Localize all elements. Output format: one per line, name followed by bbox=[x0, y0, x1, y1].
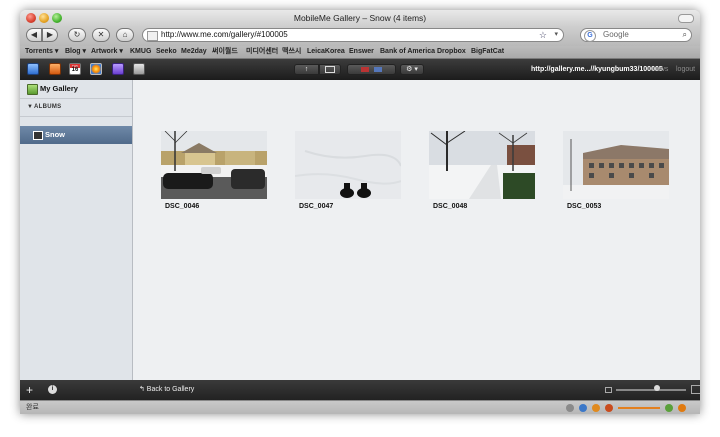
status-icon[interactable] bbox=[579, 404, 587, 412]
photo-image bbox=[161, 131, 267, 199]
status-icon[interactable] bbox=[605, 404, 613, 412]
status-icon[interactable] bbox=[592, 404, 600, 412]
browser-window: MobileMe Gallery – Snow (4 items) ◀ ▶ ↻ … bbox=[20, 10, 700, 414]
close-window-button[interactable] bbox=[26, 13, 36, 23]
add-album-button[interactable]: + bbox=[26, 380, 33, 400]
publish-icon bbox=[374, 67, 383, 72]
bookmark-item[interactable]: Blog ▾ bbox=[65, 46, 86, 58]
reload-button[interactable]: ↻ bbox=[68, 28, 86, 42]
search-field[interactable]: G Google ⌕ bbox=[580, 28, 692, 42]
back-button[interactable]: ◀ bbox=[26, 28, 42, 42]
settings-menu-button[interactable]: ⚙ ▾ bbox=[400, 64, 424, 75]
share-button[interactable] bbox=[347, 64, 396, 75]
photo-image bbox=[429, 131, 535, 199]
sidebar-item-snow[interactable]: Snow bbox=[20, 126, 132, 144]
zoom-slider-track[interactable] bbox=[616, 389, 686, 391]
browser-toolbar: ◀ ▶ ↻ ✕ ⌂ http://www.me.com/gallery/#100… bbox=[20, 26, 700, 46]
album-icon bbox=[33, 131, 43, 140]
photo-thumbnail[interactable] bbox=[295, 131, 401, 199]
status-icon[interactable] bbox=[566, 404, 574, 412]
gallery-url-link[interactable]: http://gallery.me...//kyungbum33/100005 bbox=[531, 59, 663, 80]
search-placeholder[interactable]: Google bbox=[603, 29, 629, 41]
bookmark-item[interactable]: 미디어센터 bbox=[246, 46, 278, 58]
large-thumbnail-icon[interactable] bbox=[691, 385, 700, 394]
account-icon[interactable] bbox=[133, 63, 145, 75]
page-icon bbox=[147, 31, 158, 41]
info-button[interactable]: i bbox=[48, 385, 57, 394]
news-link[interactable]: news bbox=[652, 59, 668, 80]
search-icon[interactable]: ⌕ bbox=[683, 29, 687, 41]
idisk-icon[interactable] bbox=[112, 63, 124, 75]
zoom-window-button[interactable] bbox=[52, 13, 62, 23]
status-icon[interactable] bbox=[678, 404, 686, 412]
bookmark-item[interactable]: Seeko bbox=[156, 46, 177, 58]
calendar-icon[interactable]: TUE 16 bbox=[69, 63, 81, 75]
bookmark-item[interactable]: Dropbox bbox=[437, 46, 466, 58]
photo-caption[interactable]: DSC_0046 bbox=[165, 203, 199, 210]
home-button[interactable]: ⌂ bbox=[116, 28, 134, 42]
mobileme-app-bar: TUE 16 ↑ ⚙ ▾ http://gallery.me...//kyung… bbox=[20, 59, 700, 80]
title-bar: MobileMe Gallery – Snow (4 items) bbox=[20, 10, 700, 26]
mail-icon[interactable] bbox=[27, 63, 39, 75]
bookmark-item[interactable]: Me2day bbox=[181, 46, 207, 58]
stop-button[interactable]: ✕ bbox=[92, 28, 110, 42]
grid-view-icon bbox=[325, 66, 335, 73]
photo-caption[interactable]: DSC_0047 bbox=[299, 203, 333, 210]
gallery-icon[interactable] bbox=[90, 63, 102, 75]
bookmarks-bar: Torrents ▾ Blog ▾ Artwork ▾ KMUG Seeko M… bbox=[20, 46, 700, 59]
disclosure-triangle-icon[interactable]: ▼ bbox=[27, 98, 33, 116]
sidebar: My Gallery ▼ ALBUMS Snow bbox=[20, 80, 133, 380]
my-gallery-label: My Gallery bbox=[40, 84, 78, 93]
sidebar-footer: + i bbox=[20, 380, 133, 400]
photo-thumbnail[interactable] bbox=[429, 131, 535, 199]
my-gallery-icon bbox=[27, 84, 38, 95]
bookmark-item[interactable]: LeicaKorea bbox=[307, 46, 345, 58]
address-bar[interactable]: http://www.me.com/gallery/#100005 ☆ ▾ bbox=[142, 28, 564, 42]
status-text: 완료 bbox=[26, 404, 39, 411]
back-to-gallery-link[interactable]: ↰ Back to Gallery bbox=[139, 380, 194, 400]
history-dropdown-icon[interactable]: ▾ bbox=[554, 29, 558, 41]
bookmark-item[interactable]: Enswer bbox=[349, 46, 374, 58]
status-icon[interactable] bbox=[665, 404, 673, 412]
photo-image bbox=[295, 131, 401, 199]
photo-caption[interactable]: DSC_0048 bbox=[433, 203, 467, 210]
address-url[interactable]: http://www.me.com/gallery/#100005 bbox=[161, 29, 288, 41]
upload-button[interactable]: ↑ bbox=[294, 64, 319, 75]
zoom-slider-knob[interactable] bbox=[654, 385, 660, 391]
bookmark-item[interactable]: BigFatCat bbox=[471, 46, 504, 58]
bookmark-item[interactable]: Torrents ▾ bbox=[25, 46, 58, 58]
contacts-icon[interactable] bbox=[49, 63, 61, 75]
sidebar-item-my-gallery[interactable]: My Gallery bbox=[20, 80, 132, 99]
envelope-icon bbox=[360, 67, 369, 72]
bookmark-item[interactable]: KMUG bbox=[130, 46, 151, 58]
calendar-day: 16 bbox=[71, 67, 79, 73]
album-label: Snow bbox=[45, 130, 65, 139]
content-footer: ↰ Back to Gallery bbox=[133, 380, 700, 400]
photo-caption[interactable]: DSC_0053 bbox=[567, 203, 601, 210]
bookmark-star-icon[interactable]: ☆ bbox=[539, 29, 547, 41]
photo-image bbox=[563, 131, 669, 199]
photo-thumbnail[interactable] bbox=[563, 131, 669, 199]
photo-thumbnail[interactable] bbox=[161, 131, 267, 199]
bookmark-item[interactable]: Bank of America bbox=[380, 46, 435, 58]
view-mode-button[interactable] bbox=[319, 64, 341, 75]
status-indicator bbox=[618, 407, 660, 409]
forward-button[interactable]: ▶ bbox=[42, 28, 58, 42]
bookmark-item[interactable]: Artwork ▾ bbox=[91, 46, 123, 58]
bookmark-item[interactable]: 맥쓰시 bbox=[282, 46, 301, 58]
small-thumbnail-icon[interactable] bbox=[605, 387, 612, 393]
bookmark-item[interactable]: 써이월드 bbox=[212, 46, 238, 58]
albums-header-label: ALBUMS bbox=[34, 104, 62, 110]
minimize-window-button[interactable] bbox=[39, 13, 49, 23]
status-bar: 완료 bbox=[20, 400, 700, 414]
window-title: MobileMe Gallery – Snow (4 items) bbox=[293, 13, 427, 23]
albums-section-header[interactable]: ▼ ALBUMS bbox=[20, 98, 132, 117]
google-icon[interactable]: G bbox=[584, 30, 596, 42]
toolbar-toggle-button[interactable] bbox=[678, 14, 694, 23]
album-content: DSC_0046 DSC_0047 DSC_0048 DSC_0053 bbox=[133, 80, 700, 380]
logout-link[interactable]: logout bbox=[676, 59, 695, 80]
